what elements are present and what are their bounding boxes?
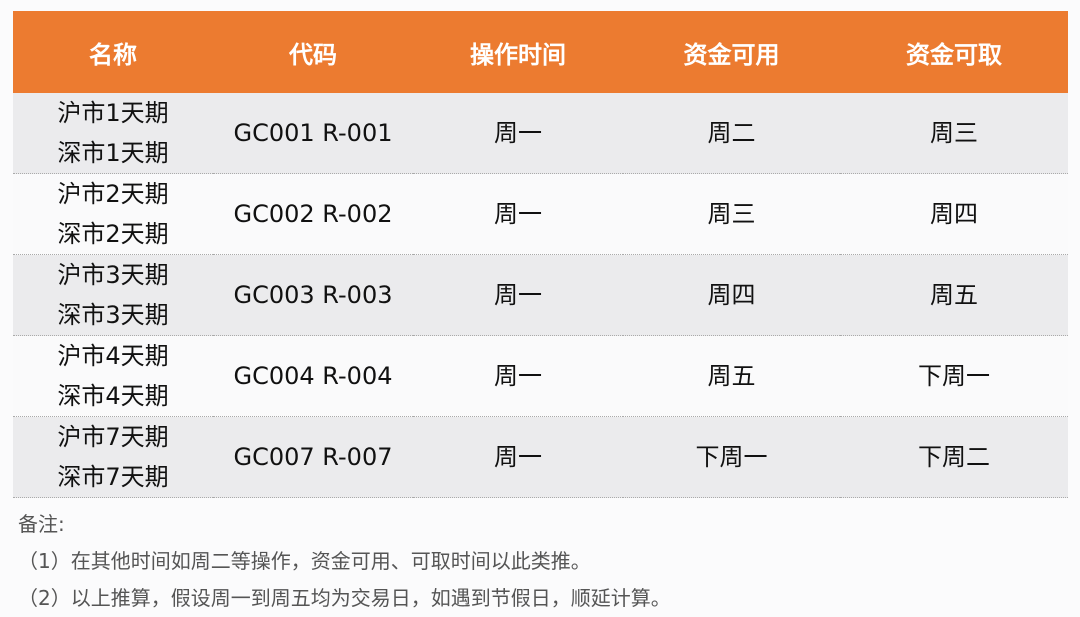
cell-code: GC007 R-007 [213, 416, 413, 498]
name-sh: 沪市4天期 [57, 342, 169, 370]
name-sh: 沪市7天期 [57, 423, 169, 451]
header-operation-time: 操作时间 [413, 11, 623, 93]
cell-funds-available: 周二 [623, 93, 840, 174]
notes: 备注: （1）在其他时间如周二等操作，资金可用、可取时间以此类推。 （2）以上推… [18, 506, 671, 617]
cell-funds-available: 下周一 [623, 416, 840, 498]
cell-funds-withdrawable: 周四 [840, 173, 1068, 255]
cell-operation-time: 周一 [413, 93, 623, 174]
cell-operation-time: 周一 [413, 254, 623, 336]
header-funds-available: 资金可用 [623, 11, 840, 93]
name-sz: 深市1天期 [57, 139, 169, 167]
cell-name: 沪市2天期深市2天期 [13, 173, 213, 255]
name-sh: 沪市1天期 [57, 99, 169, 127]
table-row: 沪市7天期深市7天期 GC007 R-007 周一 下周一 下周二 [13, 416, 1068, 498]
table-row: 沪市4天期深市4天期 GC004 R-004 周一 周五 下周一 [13, 335, 1068, 417]
cell-funds-available: 周三 [623, 173, 840, 255]
cell-operation-time: 周一 [413, 335, 623, 417]
cell-name: 沪市4天期深市4天期 [13, 335, 213, 417]
cell-operation-time: 周一 [413, 416, 623, 498]
cell-operation-time: 周一 [413, 173, 623, 255]
header-funds-withdrawable: 资金可取 [840, 11, 1068, 93]
header-code: 代码 [213, 11, 413, 93]
note-item: （1）在其他时间如周二等操作，资金可用、可取时间以此类推。 [18, 549, 591, 573]
cell-code: GC002 R-002 [213, 173, 413, 255]
cell-code: GC001 R-001 [213, 93, 413, 174]
note-item: （2）以上推算，假设周一到周五均为交易日，如遇到节假日，顺延计算。 [18, 586, 671, 610]
table-row: 沪市1天期深市1天期 GC001 R-001 周一 周二 周三 [13, 93, 1068, 174]
table-row: 沪市2天期深市2天期 GC002 R-002 周一 周三 周四 [13, 173, 1068, 255]
header-row: 名称 代码 操作时间 资金可用 资金可取 [13, 11, 1068, 93]
cell-code: GC003 R-003 [213, 254, 413, 336]
repo-table: 名称 代码 操作时间 资金可用 资金可取 沪市1天期深市1天期 GC001 R-… [13, 11, 1068, 498]
name-sh: 沪市3天期 [57, 261, 169, 289]
cell-code: GC004 R-004 [213, 335, 413, 417]
table-row: 沪市3天期深市3天期 GC003 R-003 周一 周四 周五 [13, 254, 1068, 336]
cell-funds-withdrawable: 周五 [840, 254, 1068, 336]
cell-name: 沪市3天期深市3天期 [13, 254, 213, 336]
cell-funds-available: 周五 [623, 335, 840, 417]
cell-funds-withdrawable: 下周二 [840, 416, 1068, 498]
name-sz: 深市2天期 [57, 220, 169, 248]
name-sz: 深市7天期 [57, 463, 169, 491]
name-sz: 深市3天期 [57, 301, 169, 329]
cell-funds-available: 周四 [623, 254, 840, 336]
header-name: 名称 [13, 11, 213, 93]
cell-name: 沪市7天期深市7天期 [13, 416, 213, 498]
cell-name: 沪市1天期深市1天期 [13, 93, 213, 174]
notes-title: 备注: [18, 512, 65, 536]
name-sh: 沪市2天期 [57, 180, 169, 208]
cell-funds-withdrawable: 下周一 [840, 335, 1068, 417]
cell-funds-withdrawable: 周三 [840, 93, 1068, 174]
name-sz: 深市4天期 [57, 382, 169, 410]
